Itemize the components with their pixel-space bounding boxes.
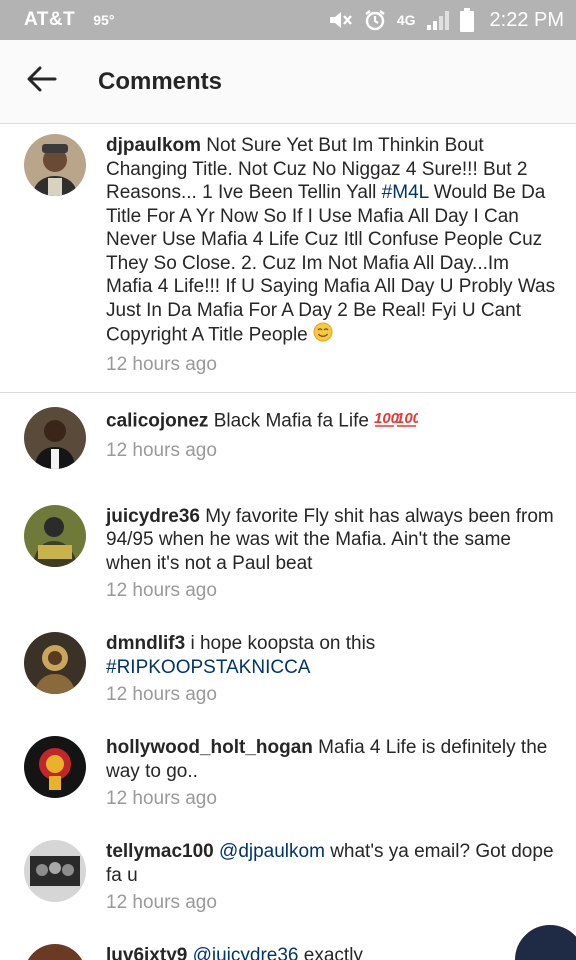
page-title: Comments — [98, 67, 223, 95]
avatar[interactable] — [24, 736, 86, 798]
back-button[interactable] — [0, 40, 84, 124]
comment-timestamp: 12 hours ago — [106, 353, 217, 375]
comment-text: tellymac100 @djpaulkom what's ya email? … — [106, 840, 560, 887]
comment-text: hollywood_holt_hogan Mafia 4 Life is def… — [106, 736, 560, 783]
avatar[interactable] — [24, 944, 86, 960]
hashtag-link[interactable]: #M4L — [382, 182, 429, 203]
comment-item: hollywood_holt_hogan Mafia 4 Life is def… — [0, 736, 576, 810]
comment-text: calicojonez Black Mafia fa Life 100100 — [106, 407, 560, 436]
comment-timestamp: 12 hours ago — [106, 684, 217, 705]
comment-text: luv6ixty9 @juicydre36 exactly — [106, 944, 560, 960]
comment-item: tellymac100 @djpaulkom what's ya email? … — [0, 840, 576, 914]
mention-link[interactable]: @djpaulkom — [214, 841, 325, 862]
battery-icon — [459, 8, 474, 32]
avatar[interactable] — [24, 504, 86, 567]
app-bar: Comments — [0, 40, 576, 124]
carrier-name: AT&T — [24, 9, 76, 30]
clock: 2:22 PM — [489, 8, 564, 31]
comment-username[interactable]: djpaulkom — [106, 135, 201, 156]
comment-username[interactable]: tellymac100 — [106, 841, 214, 862]
comment-text: juicydre36 My favorite Fly shit has alwa… — [106, 505, 560, 576]
svg-text:100: 100 — [396, 410, 418, 427]
comment-content: exactly — [298, 945, 363, 960]
comment-text: dmndlif3 i hope koopsta on this #RIPKOOP… — [106, 632, 560, 679]
comment-content: i hope koopsta on this — [185, 633, 376, 654]
comment-item: calicojonez Black Mafia fa Life 100100 1… — [0, 406, 576, 469]
network-type-icon: 4G — [396, 12, 416, 28]
comment-username[interactable]: hollywood_holt_hogan — [106, 737, 313, 758]
hashtag-link[interactable]: #RIPKOOPSTAKNICCA — [106, 657, 310, 678]
comment-username[interactable]: luv6ixty9 — [106, 945, 187, 960]
comment-timestamp: 12 hours ago — [106, 580, 217, 601]
comment-timestamp: 12 hours ago — [106, 788, 217, 809]
avatar[interactable] — [24, 632, 86, 694]
mention-link[interactable]: @juicydre36 — [187, 945, 299, 960]
comment-item: juicydre36 My favorite Fly shit has alwa… — [0, 504, 576, 603]
avatar[interactable] — [24, 840, 86, 902]
comment-timestamp: 12 hours ago — [106, 892, 217, 913]
comments-list: djpaulkom Not Sure Yet But Im Thinkin Bo… — [0, 125, 576, 960]
comment-item: dmndlif3 i hope koopsta on this #RIPKOOP… — [0, 632, 576, 706]
arrow-left-icon — [27, 66, 57, 97]
comment-item: luv6ixty9 @juicydre36 exactly — [0, 944, 576, 960]
comment-item: djpaulkom Not Sure Yet But Im Thinkin Bo… — [0, 125, 576, 376]
smiling-face-emoji-icon — [313, 322, 333, 349]
divider — [0, 391, 576, 393]
comment-username[interactable]: calicojonez — [106, 410, 208, 431]
alarm-icon — [363, 8, 387, 32]
avatar[interactable] — [24, 134, 86, 196]
comment-username[interactable]: dmndlif3 — [106, 633, 185, 654]
hundred-points-emoji-icon: 100100 — [374, 407, 422, 436]
avatar[interactable] — [24, 406, 86, 469]
comment-timestamp: 12 hours ago — [106, 440, 217, 461]
signal-icon — [426, 9, 450, 31]
comment-text: djpaulkom Not Sure Yet But Im Thinkin Bo… — [106, 134, 560, 349]
comment-content: Would Be Da Title For A Yr Now So If I U… — [106, 182, 556, 346]
comment-content: Black Mafia fa Life — [208, 409, 375, 431]
temperature: 95° — [93, 12, 115, 28]
status-bar: AT&T 95° 4G 2:22 PM — [0, 0, 576, 40]
comment-username[interactable]: juicydre36 — [106, 506, 200, 527]
mute-icon — [327, 8, 353, 32]
